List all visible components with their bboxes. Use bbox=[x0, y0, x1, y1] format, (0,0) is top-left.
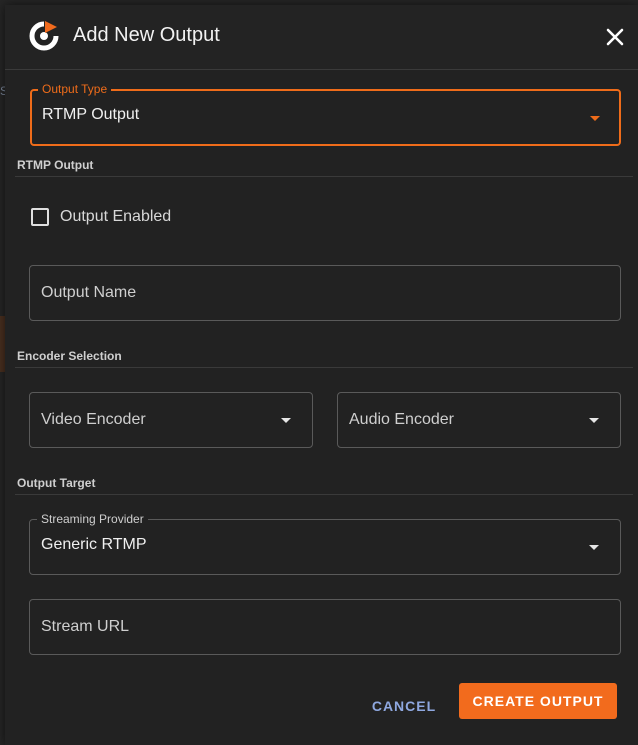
output-type-value: RTMP Output bbox=[42, 106, 140, 123]
cancel-button[interactable]: CANCEL bbox=[360, 688, 448, 724]
section-rtmp-output: RTMP Output bbox=[17, 158, 94, 172]
dialog-title: Add New Output bbox=[73, 24, 220, 46]
streaming-provider-select[interactable]: Streaming Provider Generic RTMP bbox=[29, 512, 621, 575]
chevron-down-icon bbox=[589, 418, 599, 423]
chevron-down-icon bbox=[281, 418, 291, 423]
dialog-header: Add New Output bbox=[5, 5, 638, 70]
divider bbox=[15, 494, 633, 495]
audio-encoder-placeholder: Audio Encoder bbox=[349, 411, 454, 428]
output-type-legend: Output Type bbox=[38, 82, 112, 96]
close-icon[interactable] bbox=[603, 25, 627, 49]
create-output-button[interactable]: CREATE OUTPUT bbox=[459, 683, 617, 719]
output-name-placeholder: Output Name bbox=[41, 284, 137, 301]
add-output-dialog: Add New Output Output Type RTMP Output R… bbox=[5, 5, 638, 745]
output-enabled-label[interactable]: Output Enabled bbox=[60, 208, 171, 226]
streaming-provider-value: Generic RTMP bbox=[41, 536, 147, 553]
audio-encoder-select[interactable]: Audio Encoder bbox=[337, 392, 621, 448]
streaming-provider-legend: Streaming Provider bbox=[37, 512, 148, 526]
section-encoder-selection: Encoder Selection bbox=[17, 349, 122, 363]
stream-url-placeholder: Stream URL bbox=[41, 618, 130, 635]
section-output-target: Output Target bbox=[17, 476, 96, 490]
video-encoder-select[interactable]: Video Encoder bbox=[29, 392, 313, 448]
output-type-select[interactable]: Output Type RTMP Output bbox=[30, 82, 621, 146]
video-encoder-placeholder: Video Encoder bbox=[41, 411, 146, 428]
divider bbox=[15, 367, 633, 368]
restream-logo-icon bbox=[29, 21, 59, 51]
divider bbox=[15, 176, 633, 177]
chevron-down-icon bbox=[589, 545, 599, 550]
chevron-down-icon bbox=[590, 116, 600, 121]
stream-url-field[interactable]: Stream URL bbox=[29, 599, 621, 655]
output-enabled-checkbox[interactable] bbox=[31, 208, 49, 226]
output-name-field[interactable]: Output Name bbox=[29, 265, 621, 321]
